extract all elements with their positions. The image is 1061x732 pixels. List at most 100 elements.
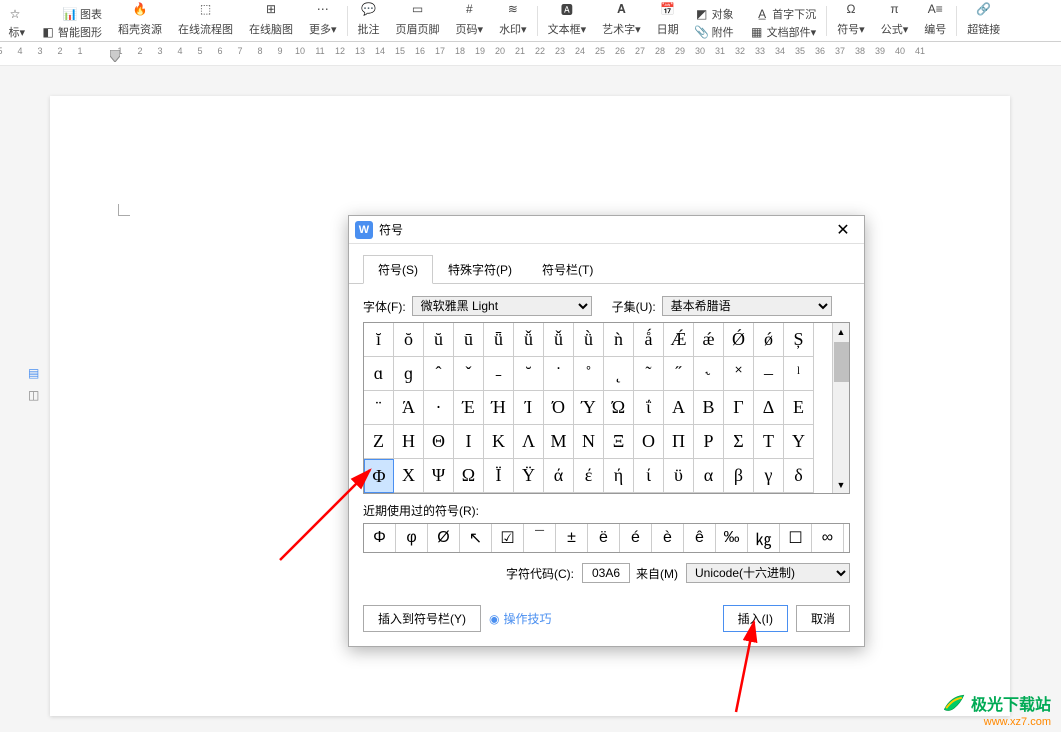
symbol-cell[interactable]: Μ: [544, 425, 574, 459]
tips-link[interactable]: ◉ 操作技巧: [489, 610, 552, 627]
ribbon-header-btn[interactable]: ▭页眉页脚: [388, 0, 448, 41]
symbol-cell[interactable]: Ί: [514, 391, 544, 425]
symbol-cell[interactable]: δ: [784, 459, 814, 493]
symbol-cell[interactable]: ɑ: [364, 357, 394, 391]
doc-icon[interactable]: ▤: [28, 366, 44, 382]
recent-symbol-cell[interactable]: Φ: [364, 524, 396, 552]
symbol-cell[interactable]: ̈: [364, 391, 394, 425]
recent-symbol-cell[interactable]: ㎏: [748, 524, 780, 552]
recent-symbol-cell[interactable]: ¯: [524, 524, 556, 552]
symbol-cell[interactable]: ˚: [574, 357, 604, 391]
symbol-cell[interactable]: ǚ: [514, 323, 544, 357]
insert-to-bar-button[interactable]: 插入到符号栏(Y): [363, 605, 481, 632]
ribbon-label-btn[interactable]: 标▾: [4, 23, 29, 41]
recent-symbol-cell[interactable]: ☑: [492, 524, 524, 552]
symbol-cell[interactable]: ·: [424, 391, 454, 425]
symbol-cell[interactable]: Ǿ: [724, 323, 754, 357]
symbol-cell[interactable]: Ε: [784, 391, 814, 425]
symbol-cell[interactable]: Λ: [514, 425, 544, 459]
ribbon-textbox-btn[interactable]: 🅰文本框▾: [540, 0, 595, 41]
ribbon-pagenum-btn[interactable]: #页码▾: [448, 0, 492, 41]
subset-select[interactable]: 基本希腊语: [662, 296, 832, 316]
symbol-cell[interactable]: α: [694, 459, 724, 493]
symbol-cell[interactable]: Ψ: [424, 459, 454, 493]
symbol-cell[interactable]: ˛: [604, 357, 634, 391]
symbol-cell[interactable]: ˗: [484, 357, 514, 391]
symbol-cell[interactable]: ί: [634, 459, 664, 493]
symbol-cell[interactable]: ˜: [634, 357, 664, 391]
recent-symbol-cell[interactable]: ±: [556, 524, 588, 552]
symbol-cell[interactable]: Ϊ: [484, 459, 514, 493]
symbol-cell[interactable]: ǽ: [694, 323, 724, 357]
symbol-cell[interactable]: ū: [454, 323, 484, 357]
symbol-cell[interactable]: ǜ: [574, 323, 604, 357]
symbol-cell[interactable]: ɡ: [394, 357, 424, 391]
symbol-cell[interactable]: Α: [664, 391, 694, 425]
symbol-cell[interactable]: ǹ: [604, 323, 634, 357]
recent-symbol-cell[interactable]: ↖: [460, 524, 492, 552]
dialog-titlebar[interactable]: W 符号 ✕: [349, 216, 864, 244]
symbol-cell[interactable]: ĭ: [364, 323, 394, 357]
from-select[interactable]: Unicode(十六进制): [686, 563, 850, 583]
symbol-cell[interactable]: ΐ: [634, 391, 664, 425]
symbol-cell[interactable]: ˡ: [784, 357, 814, 391]
symbol-cell[interactable]: β: [724, 459, 754, 493]
symbol-cell[interactable]: Β: [694, 391, 724, 425]
symbol-cell[interactable]: Γ: [724, 391, 754, 425]
ribbon-symbol-btn[interactable]: Ω符号▾: [829, 0, 873, 41]
symbol-cell[interactable]: Ά: [394, 391, 424, 425]
symbol-cell[interactable]: Ǽ: [664, 323, 694, 357]
symbol-cell[interactable]: ˙: [544, 357, 574, 391]
symbol-cell[interactable]: ˞: [694, 357, 724, 391]
symbol-cell[interactable]: Ι: [454, 425, 484, 459]
ribbon-hyperlink-btn[interactable]: 🔗超链接: [959, 0, 1008, 41]
recent-symbol-cell[interactable]: é: [620, 524, 652, 552]
symbol-cell[interactable]: Υ: [784, 425, 814, 459]
scroll-thumb[interactable]: [834, 342, 849, 382]
close-button[interactable]: ✕: [828, 219, 858, 241]
symbol-cell[interactable]: ǿ: [754, 323, 784, 357]
symbol-cell[interactable]: ǖ: [484, 323, 514, 357]
symbol-cell[interactable]: ά: [544, 459, 574, 493]
symbol-cell[interactable]: Σ: [724, 425, 754, 459]
recent-symbol-cell[interactable]: Ø: [428, 524, 460, 552]
symbol-cell[interactable]: Ώ: [604, 391, 634, 425]
recent-symbol-cell[interactable]: ë: [588, 524, 620, 552]
symbol-cell[interactable]: ˘: [514, 357, 544, 391]
recent-symbol-cell[interactable]: ê: [684, 524, 716, 552]
symbol-cell[interactable]: Τ: [754, 425, 784, 459]
symbol-cell[interactable]: ŭ: [424, 323, 454, 357]
symbol-cell[interactable]: Φ: [364, 459, 394, 493]
para-icon[interactable]: ◫: [28, 388, 44, 404]
symbol-cell[interactable]: Ο: [634, 425, 664, 459]
symbol-cell[interactable]: Ζ: [364, 425, 394, 459]
symbol-cell[interactable]: –: [754, 357, 784, 391]
ribbon-smartart-btn[interactable]: ◧智能图形: [37, 23, 106, 41]
font-select[interactable]: 微软雅黑 Light: [412, 296, 592, 316]
ribbon-comment-btn[interactable]: 💬批注: [350, 0, 388, 41]
symbol-cell[interactable]: ή: [604, 459, 634, 493]
symbol-cell[interactable]: Χ: [394, 459, 424, 493]
symbol-cell[interactable]: Κ: [484, 425, 514, 459]
ribbon-attach-item[interactable]: 📎附件: [691, 23, 738, 41]
ribbon-dropcap-item[interactable]: A̲首字下沉: [746, 5, 821, 23]
scroll-up-button[interactable]: ▲: [833, 323, 849, 340]
recent-symbol-cell[interactable]: è: [652, 524, 684, 552]
ribbon-formula-btn[interactable]: π公式▾: [873, 0, 917, 41]
ribbon-object-item[interactable]: ◩对象: [691, 5, 738, 23]
symbol-cell[interactable]: έ: [574, 459, 604, 493]
symbol-cell[interactable]: ŏ: [394, 323, 424, 357]
symbol-cell[interactable]: ǚ: [544, 323, 574, 357]
symbol-cell[interactable]: ˟: [724, 357, 754, 391]
symbol-cell[interactable]: Έ: [454, 391, 484, 425]
symbol-cell[interactable]: Ό: [544, 391, 574, 425]
ribbon-docparts-item[interactable]: ▦文档部件▾: [746, 23, 821, 41]
symbol-cell[interactable]: Π: [664, 425, 694, 459]
symbol-cell[interactable]: Ω: [454, 459, 484, 493]
symbol-cell[interactable]: Ș: [784, 323, 814, 357]
ribbon-number-btn[interactable]: A≡编号: [916, 0, 954, 41]
recent-symbol-cell[interactable]: ‰: [716, 524, 748, 552]
ribbon-chart-item[interactable]: 📊图表: [37, 5, 106, 23]
symbol-cell[interactable]: ˝: [664, 357, 694, 391]
ribbon-watermark-btn[interactable]: ≋水印▾: [491, 0, 535, 41]
